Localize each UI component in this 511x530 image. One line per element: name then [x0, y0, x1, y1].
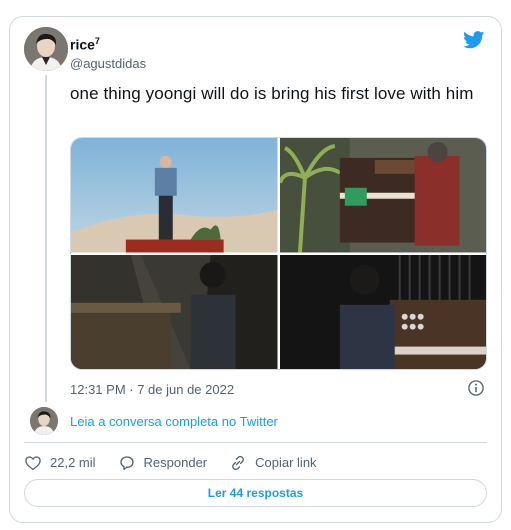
media-photo-4[interactable] — [279, 254, 486, 369]
heart-icon — [25, 456, 41, 471]
media-photo-2[interactable] — [279, 138, 486, 253]
tweet-timestamp[interactable]: 12:31 PM · 7 de jun de 2022 — [70, 381, 234, 399]
reply-icon — [119, 456, 134, 471]
copy-link-button[interactable]: Copiar link — [229, 454, 317, 472]
reply-avatar[interactable] — [30, 407, 58, 435]
author-handle[interactable]: @agustdidas — [70, 55, 146, 73]
media-photo-1[interactable] — [71, 138, 278, 253]
author-name[interactable]: rice7 — [70, 33, 146, 54]
action-bar: 22,2 mil Responder Copiar link — [24, 453, 339, 473]
read-replies-button[interactable]: Ler 44 respostas — [24, 479, 487, 507]
tweet-text: one thing yoongi will do is bring his fi… — [70, 84, 474, 103]
link-icon — [232, 455, 245, 471]
divider — [24, 442, 487, 443]
media-grid — [70, 137, 487, 370]
like-button[interactable]: 22,2 mil — [24, 454, 96, 472]
twitter-bird-icon[interactable] — [463, 31, 485, 49]
reply-label: Responder — [143, 455, 208, 470]
author-badge: 7 — [94, 36, 100, 46]
info-icon[interactable] — [467, 379, 485, 397]
like-count: 22,2 mil — [50, 455, 96, 470]
thread-line — [45, 75, 47, 402]
read-conversation-link[interactable]: Leia a conversa completa no Twitter — [70, 414, 278, 430]
tweet-card: rice7 @agustdidas one thing yoongi will … — [9, 16, 502, 523]
author-avatar[interactable] — [24, 27, 68, 71]
copy-link-label: Copiar link — [255, 455, 317, 470]
media-photo-3[interactable] — [71, 254, 278, 369]
author-info[interactable]: rice7 @agustdidas — [70, 33, 146, 73]
reply-button[interactable]: Responder — [118, 454, 208, 472]
